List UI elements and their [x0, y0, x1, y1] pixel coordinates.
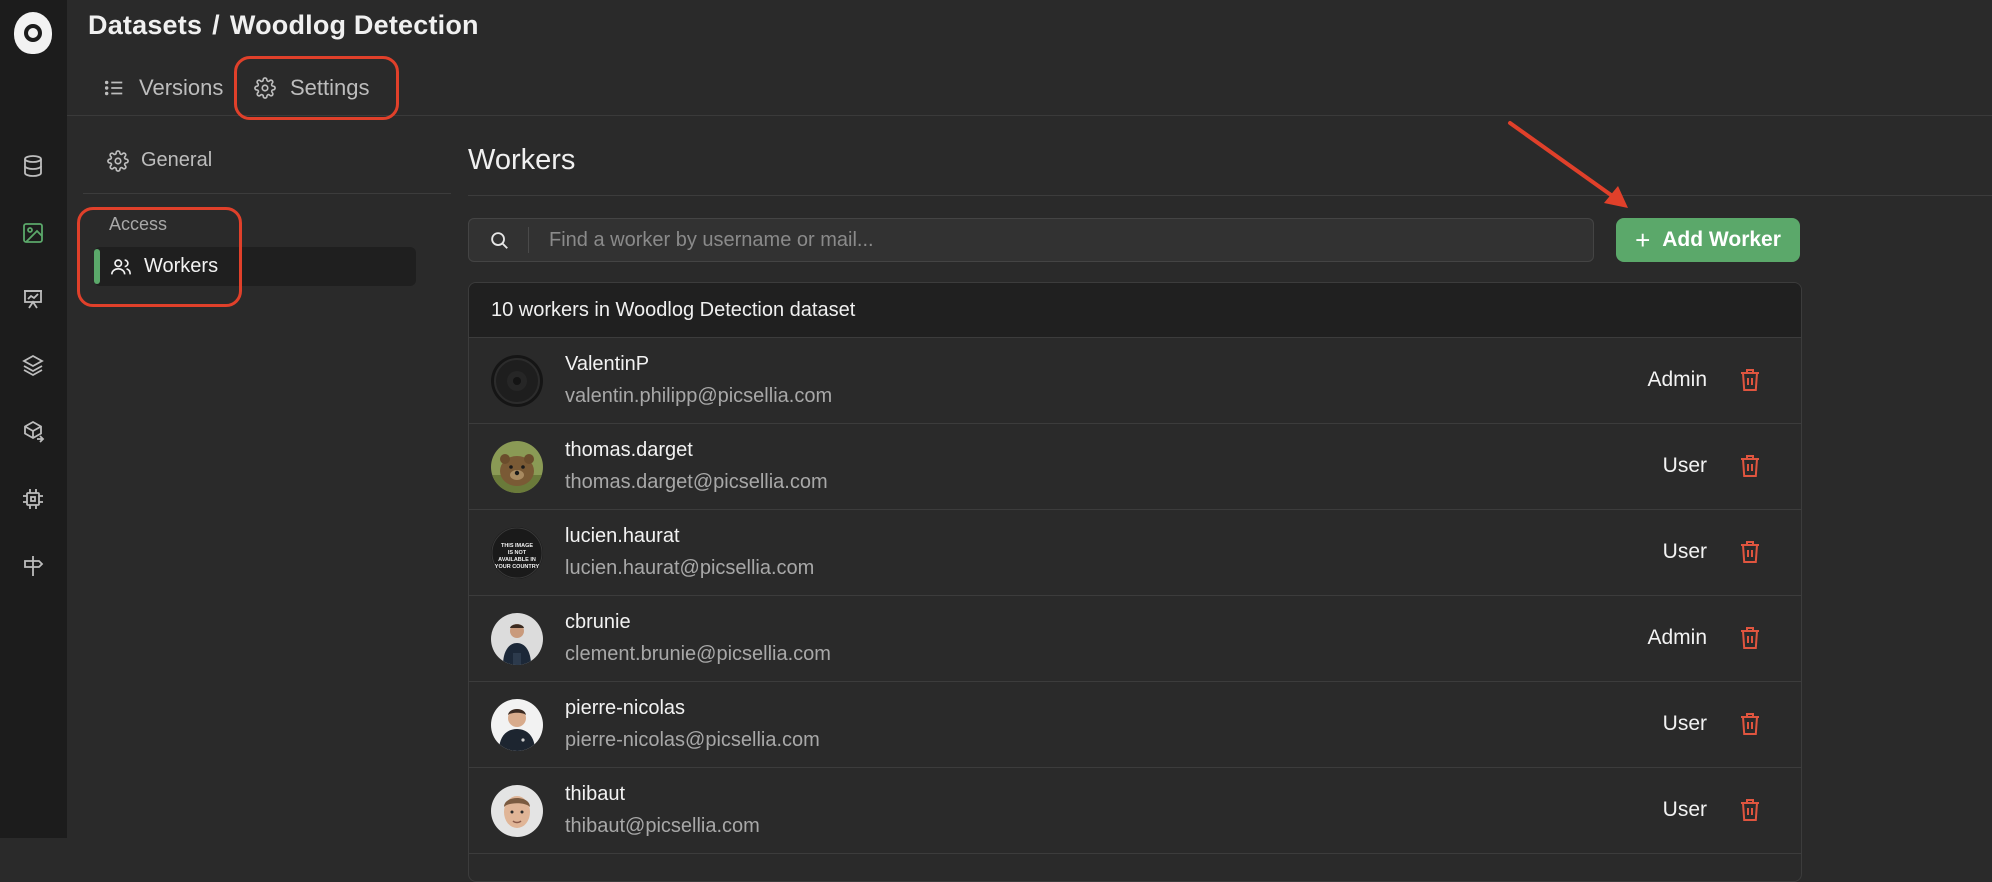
images-icon[interactable] — [20, 220, 46, 246]
subnav-section-access: Access — [109, 214, 167, 235]
table-row: cbrunie clement.brunie@picsellia.com Adm… — [469, 596, 1801, 682]
worker-username: ValentinP — [565, 353, 832, 376]
tab-settings[interactable]: Settings — [254, 68, 370, 108]
subnav-divider — [83, 193, 451, 194]
avatar — [491, 441, 543, 493]
users-icon — [110, 256, 132, 278]
table-row: thibaut thibaut@picsellia.com User — [469, 768, 1801, 854]
table-row: thomas.darget thomas.darget@picsellia.co… — [469, 424, 1801, 510]
trash-icon[interactable] — [1739, 798, 1761, 822]
deployments-icon[interactable] — [20, 419, 46, 445]
breadcrumb-root[interactable]: Datasets — [88, 10, 202, 40]
experiments-icon[interactable] — [20, 286, 46, 312]
page-title: Workers — [468, 144, 575, 177]
table-summary: 10 workers in Woodlog Detection dataset — [469, 283, 1801, 338]
avatar — [491, 785, 543, 837]
avatar — [491, 613, 543, 665]
processing-icon[interactable] — [20, 486, 46, 512]
subnav-item-general[interactable]: General — [107, 149, 212, 172]
worker-email: clement.brunie@picsellia.com — [565, 643, 831, 666]
worker-username: lucien.haurat — [565, 525, 814, 548]
worker-username: thibaut — [565, 783, 760, 806]
svg-text:YOUR COUNTRY: YOUR COUNTRY — [495, 564, 540, 570]
subnav-workers-label: Workers — [144, 255, 218, 278]
layers-icon[interactable] — [20, 352, 46, 378]
subnav-item-workers[interactable]: Workers — [94, 247, 416, 286]
worker-role[interactable]: User — [1663, 798, 1707, 822]
search-input[interactable] — [529, 229, 1593, 252]
tab-versions[interactable]: Versions — [103, 68, 223, 108]
trash-icon[interactable] — [1739, 626, 1761, 650]
avatar — [491, 699, 543, 751]
table-row: pierre-nicolas pierre-nicolas@picsellia.… — [469, 682, 1801, 768]
trash-icon[interactable] — [1739, 368, 1761, 392]
worker-email: pierre-nicolas@picsellia.com — [565, 729, 820, 752]
trash-icon[interactable] — [1739, 712, 1761, 736]
worker-role[interactable]: Admin — [1647, 626, 1707, 650]
svg-text:THIS IMAGE: THIS IMAGE — [501, 543, 533, 549]
table-row: THIS IMAGEIS NOTAVAILABLE INYOUR COUNTRY… — [469, 510, 1801, 596]
list-icon — [103, 77, 125, 99]
subnav-general-label: General — [141, 149, 212, 172]
worker-email: valentin.philipp@picsellia.com — [565, 385, 832, 408]
worker-email: lucien.haurat@picsellia.com — [565, 557, 814, 580]
app-logo[interactable] — [14, 12, 52, 54]
tab-settings-label: Settings — [290, 75, 370, 101]
worker-role[interactable]: User — [1663, 540, 1707, 564]
plus-icon: + — [1635, 225, 1650, 256]
breadcrumb-separator: / — [212, 10, 220, 40]
trash-icon[interactable] — [1739, 540, 1761, 564]
workers-panel: Workers + Add Worker 10 workers in Woodl… — [468, 116, 1992, 838]
datasets-icon[interactable] — [20, 153, 46, 179]
svg-text:IS NOT: IS NOT — [508, 550, 527, 556]
search-icon — [469, 227, 529, 253]
title-divider — [468, 195, 1992, 196]
add-worker-label: Add Worker — [1662, 228, 1781, 252]
settings-subnav: General Access Workers — [67, 116, 447, 838]
breadcrumb: Datasets / Woodlog Detection — [88, 10, 479, 41]
worker-username: pierre-nicolas — [565, 697, 820, 720]
add-worker-button[interactable]: + Add Worker — [1616, 218, 1800, 262]
gear-icon — [107, 150, 129, 172]
worker-role[interactable]: Admin — [1647, 368, 1707, 392]
worker-username: cbrunie — [565, 611, 831, 634]
breadcrumb-current: Woodlog Detection — [230, 10, 479, 40]
svg-text:AVAILABLE IN: AVAILABLE IN — [498, 557, 536, 563]
worker-email: thibaut@picsellia.com — [565, 815, 760, 838]
trash-icon[interactable] — [1739, 454, 1761, 478]
worker-role[interactable]: User — [1663, 712, 1707, 736]
avatar — [491, 355, 543, 407]
worker-role[interactable]: User — [1663, 454, 1707, 478]
workers-table: 10 workers in Woodlog Detection dataset … — [468, 282, 1802, 882]
worker-search — [468, 218, 1594, 262]
active-indicator — [94, 249, 100, 284]
table-row: ValentinP valentin.philipp@picsellia.com… — [469, 338, 1801, 424]
gear-icon — [254, 77, 276, 99]
tab-versions-label: Versions — [139, 75, 223, 101]
worker-email: thomas.darget@picsellia.com — [565, 471, 828, 494]
top-bar: Datasets / Woodlog Detection Versions Sett… — [67, 0, 1992, 116]
worker-username: thomas.darget — [565, 439, 828, 462]
app-rail — [0, 0, 67, 838]
avatar: THIS IMAGEIS NOTAVAILABLE INYOUR COUNTRY — [491, 527, 543, 579]
signpost-icon[interactable] — [20, 553, 46, 579]
